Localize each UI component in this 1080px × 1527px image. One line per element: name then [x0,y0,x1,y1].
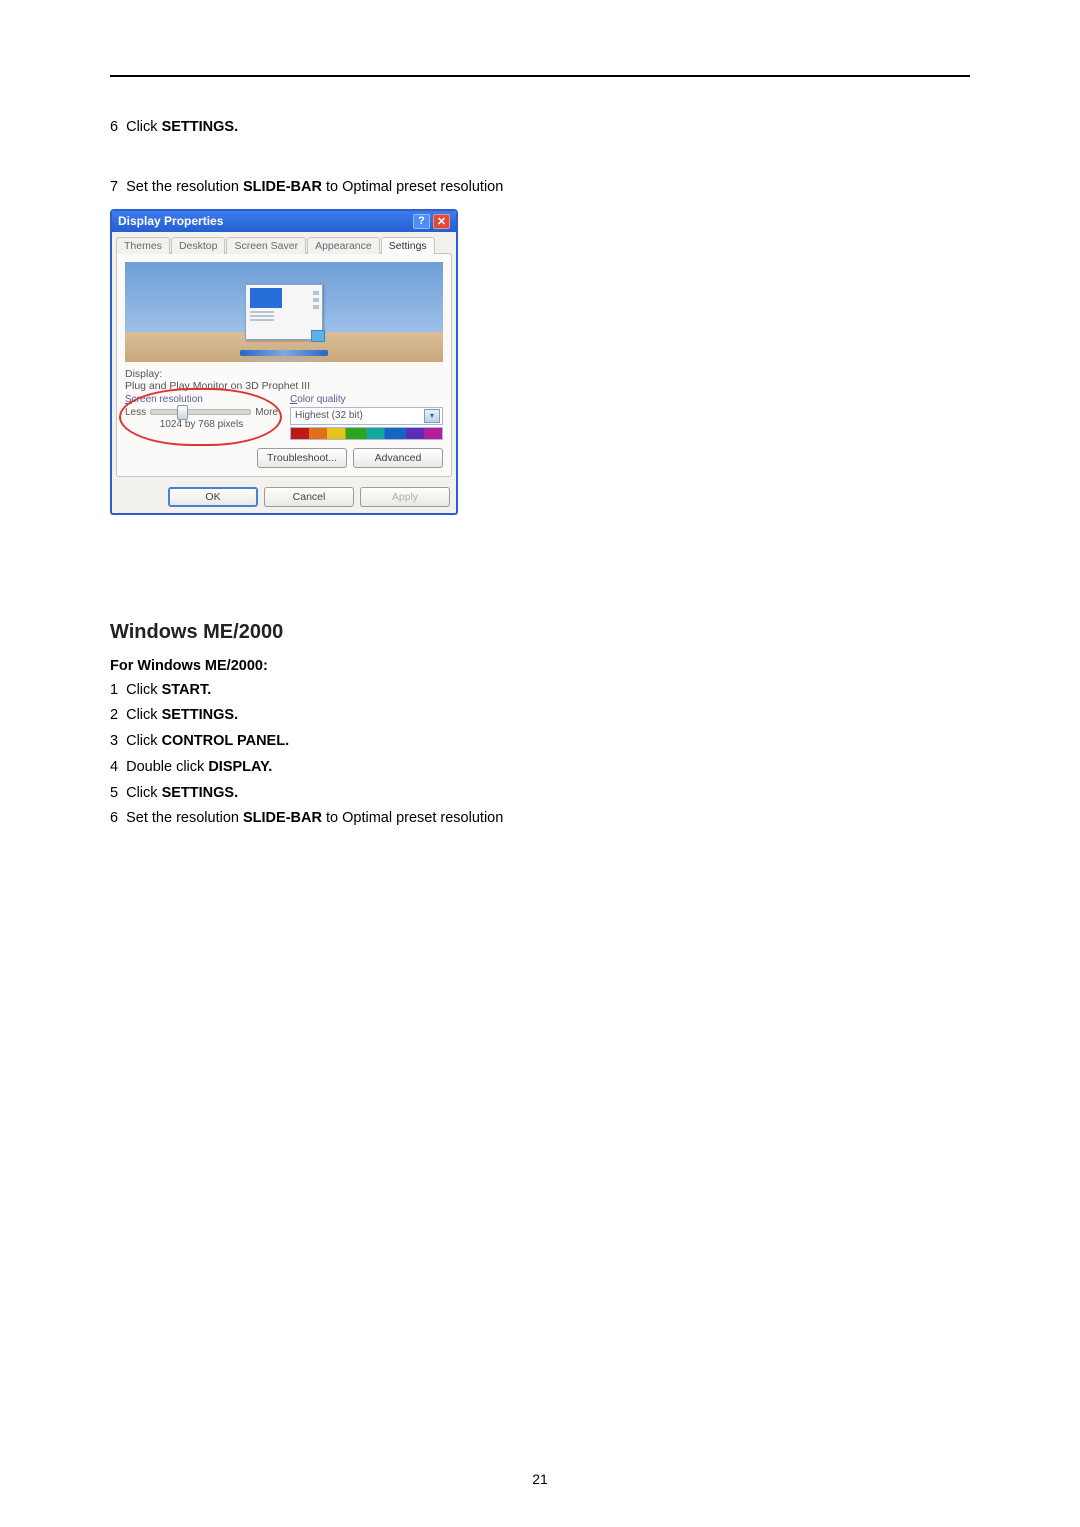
step-6: 6 Click SETTINGS. [110,117,970,139]
slider-track[interactable] [150,409,251,415]
me-step-4: 4 Double click DISPLAY. [110,757,970,779]
color-quality-value: Highest (32 bit) [295,410,363,421]
dialog-title: Display Properties [118,214,223,228]
page: 6 Click SETTINGS. 7 Set the resolution S… [0,0,1080,1527]
titlebar-buttons: ? ✕ [413,214,450,229]
apply-button[interactable]: Apply [360,487,450,507]
color-quality-label: Color qualityColor quality [290,394,443,405]
display-value: Plug and Play Monitor on 3D Prophet III [125,380,443,392]
tab-desktop[interactable]: Desktop [171,237,226,254]
section-heading: Windows ME/2000 [110,621,970,644]
screen-resolution-group: SScreen resolutioncreen resolution Less … [125,394,278,440]
display-properties-dialog: Display Properties ? ✕ Themes Desktop Sc… [110,209,458,515]
tab-settings[interactable]: Settings [381,237,435,254]
settings-buttons: Troubleshoot...Troubleshoot... AdvancedA… [125,448,443,468]
tabs: Themes Desktop Screen Saver Appearance S… [112,232,456,253]
help-button[interactable]: ? [413,214,430,229]
me2000-steps: 1 Click START. 2 Click SETTINGS. 3 Click… [110,680,970,831]
advanced-button[interactable]: AdvancedAdvanced [353,448,443,468]
top-rule [110,75,970,77]
tab-themes[interactable]: Themes [116,237,170,254]
color-quality-group: Color qualityColor quality Highest (32 b… [290,394,443,440]
troubleshoot-button[interactable]: Troubleshoot...Troubleshoot... [257,448,347,468]
resolution-value: 1024 by 768 pixels [125,419,278,430]
slider-thumb[interactable] [177,405,188,420]
me-step-6: 6 Set the resolution SLIDE-BAR to Optima… [110,808,970,830]
tab-screensaver[interactable]: Screen Saver [226,237,306,254]
me-step-1: 1 Click START. [110,680,970,702]
display-label: Display: [125,368,443,380]
resolution-slider[interactable]: Less More [125,407,278,418]
monitor-graphic [245,284,323,340]
titlebar: Display Properties ? ✕ [112,211,456,232]
section-subheading: For Windows ME/2000: [110,658,970,674]
slider-more: More [255,407,278,418]
color-quality-dropdown[interactable]: Highest (32 bit) ▾ [290,407,443,425]
page-number: 21 [0,1471,1080,1487]
me-step-5: 5 Click SETTINGS. [110,783,970,805]
step-text: Click [126,119,161,135]
ok-button[interactable]: OK [168,487,258,507]
monitor-stand [240,350,328,356]
step-bold: SETTINGS. [162,119,239,135]
step-text: Set the resolution [126,179,243,195]
display-properties-screenshot: Display Properties ? ✕ Themes Desktop Sc… [110,209,458,515]
me-step-3: 3 Click CONTROL PANEL. [110,731,970,753]
controls-row: SScreen resolutioncreen resolution Less … [125,394,443,440]
step-number: 7 [110,179,118,195]
chevron-down-icon[interactable]: ▾ [424,409,440,423]
slider-less: Less [125,407,146,418]
step-7: 7 Set the resolution SLIDE-BAR to Optima… [110,177,970,199]
step-suffix: to Optimal preset resolution [322,179,503,195]
cancel-button[interactable]: Cancel [264,487,354,507]
me-step-2: 2 Click SETTINGS. [110,705,970,727]
monitor-preview [125,262,443,362]
close-button[interactable]: ✕ [433,214,450,229]
step-number: 6 [110,119,118,135]
step-bold: SLIDE-BAR [243,179,322,195]
tab-body-settings: Display: Plug and Play Monitor on 3D Pro… [116,253,452,477]
color-preview-bar [290,427,443,440]
tab-appearance[interactable]: Appearance [307,237,380,254]
screen-resolution-label: SScreen resolutioncreen resolution [125,394,278,405]
dialog-footer: OK Cancel Apply [112,481,456,513]
